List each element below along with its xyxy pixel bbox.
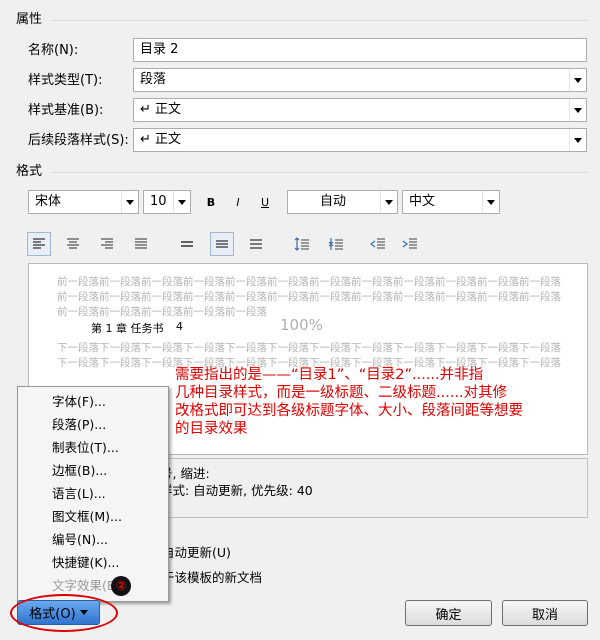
single-spacing-button[interactable] xyxy=(175,232,199,256)
font-name-select[interactable]: 宋体 xyxy=(28,190,139,214)
menu-item-numbering[interactable]: 编号(N)... xyxy=(52,531,108,549)
annotation-line: 的目录效果 xyxy=(175,421,248,437)
sample-text: 第 1 章 任务书 xyxy=(91,322,164,335)
name-label: 名称(N): xyxy=(28,43,79,58)
annotation-number: ② xyxy=(115,578,127,594)
zoom-level: 100% xyxy=(280,316,323,334)
justify-icon xyxy=(135,238,147,249)
decrease-paragraph-spacing-button[interactable] xyxy=(324,232,348,256)
next-style-select[interactable]: ↵ 正文 xyxy=(133,128,587,152)
style-type-select[interactable]: 段落 xyxy=(133,68,587,92)
increase-indent-button[interactable] xyxy=(398,232,422,256)
align-right-icon xyxy=(101,238,113,249)
increase-paragraph-spacing-button[interactable] xyxy=(290,232,314,256)
menu-item-shortcut-key[interactable]: 快捷键(K)... xyxy=(52,554,119,572)
chevron-down-icon[interactable] xyxy=(173,191,190,213)
annotation-line: 需要指出的是——“目录1”、“目录2”......并非指 xyxy=(175,367,484,383)
annotation-line: 改格式即可达到各级标题字体、大小、段落间距等想要 xyxy=(175,403,523,419)
language-value: 中文 xyxy=(409,194,436,209)
underline-button[interactable]: U xyxy=(253,190,277,214)
bold-button[interactable]: B xyxy=(199,190,223,214)
next-style-value: ↵ 正文 xyxy=(140,132,182,147)
style-type-label: 样式类型(T): xyxy=(28,73,103,88)
format-context-menu: 字体(F)... 段落(P)... 制表位(T)... 边框(B)... 语言(… xyxy=(17,386,169,602)
style-based-on-value: ↵ 正文 xyxy=(140,102,182,117)
decrease-indent-button[interactable] xyxy=(366,232,390,256)
prev-para-line: 前一段落前一段落前一段落前一段落前一段落前一段落前一段落前一段落前一段落前一段落… xyxy=(57,276,561,288)
ok-button[interactable]: 确定 xyxy=(405,600,492,626)
double-spacing-button[interactable] xyxy=(244,232,268,256)
chevron-down-icon[interactable] xyxy=(569,99,586,121)
menu-item-font[interactable]: 字体(F)... xyxy=(52,393,106,411)
font-name-value: 宋体 xyxy=(35,194,62,209)
menu-item-frame[interactable]: 图文框(M)... xyxy=(52,508,122,526)
increase-spacing-icon xyxy=(294,237,309,251)
next-para-line: 下一段落下一段落下一段落下一段落下一段落下一段落下一段落下一段落下一段落下一段落… xyxy=(57,342,561,354)
single-spacing-icon xyxy=(181,241,193,247)
font-color-select[interactable]: 自动 xyxy=(287,190,398,214)
menu-item-tabs[interactable]: 制表位(T)... xyxy=(52,439,119,457)
one-half-spacing-button[interactable] xyxy=(210,232,234,256)
properties-section-title: 属性 xyxy=(16,12,43,27)
font-size-value: 10 xyxy=(150,194,167,209)
format-section-title: 格式 xyxy=(16,164,43,179)
justify-button[interactable] xyxy=(129,232,153,256)
menu-item-paragraph[interactable]: 段落(P)... xyxy=(52,416,106,434)
sample-page-number: 4 xyxy=(176,320,183,333)
annotation-ellipse xyxy=(10,594,118,632)
language-select[interactable]: 中文 xyxy=(402,190,500,214)
menu-item-language[interactable]: 语言(L)... xyxy=(52,485,106,503)
style-type-value: 段落 xyxy=(140,72,167,87)
increase-indent-icon xyxy=(402,238,417,249)
description-line: 样式: 自动更新, 优先级: 40 xyxy=(160,483,313,498)
chevron-down-icon[interactable] xyxy=(380,191,397,213)
style-based-on-select[interactable]: ↵ 正文 xyxy=(133,98,587,122)
annotation-marker: ② xyxy=(111,576,131,596)
align-center-button[interactable] xyxy=(61,232,85,256)
italic-button[interactable]: I xyxy=(226,190,250,214)
one-half-spacing-icon xyxy=(216,240,228,248)
decrease-spacing-icon xyxy=(328,238,343,250)
template-doc-label[interactable]: 于该模板的新文档 xyxy=(162,567,262,586)
align-right-button[interactable] xyxy=(95,232,119,256)
align-left-icon xyxy=(33,238,45,249)
style-based-on-label: 样式基准(B): xyxy=(28,103,104,118)
chevron-down-icon[interactable] xyxy=(482,191,499,213)
font-size-select[interactable]: 10 xyxy=(143,190,191,214)
chevron-down-icon[interactable] xyxy=(569,69,586,91)
prev-para-line: 前一段落前一段落前一段落前一段落前一段落前一段落前一段落前一段落前一段落前一段落… xyxy=(57,291,561,303)
align-center-icon xyxy=(67,238,79,249)
prev-para-line: 前一段落前一段落前一段落前一段落前一段落 xyxy=(57,306,267,318)
auto-update-label[interactable]: 自动更新(U) xyxy=(162,542,231,561)
annotation-line: 几种目录样式，而是一级标题、二级标题......对其修 xyxy=(175,385,508,401)
name-field[interactable]: 目录 2 xyxy=(133,38,587,62)
align-left-button[interactable] xyxy=(27,232,51,256)
properties-divider xyxy=(50,20,588,21)
font-color-value: 自动 xyxy=(320,194,347,209)
chevron-down-icon[interactable] xyxy=(121,191,138,213)
cancel-button[interactable]: 取消 xyxy=(502,600,588,626)
double-spacing-icon xyxy=(250,239,262,249)
format-divider xyxy=(50,172,588,173)
menu-item-border[interactable]: 边框(B)... xyxy=(52,462,107,480)
next-style-label: 后续段落样式(S): xyxy=(28,133,129,148)
chevron-down-icon[interactable] xyxy=(569,129,586,151)
decrease-indent-icon xyxy=(370,238,385,249)
